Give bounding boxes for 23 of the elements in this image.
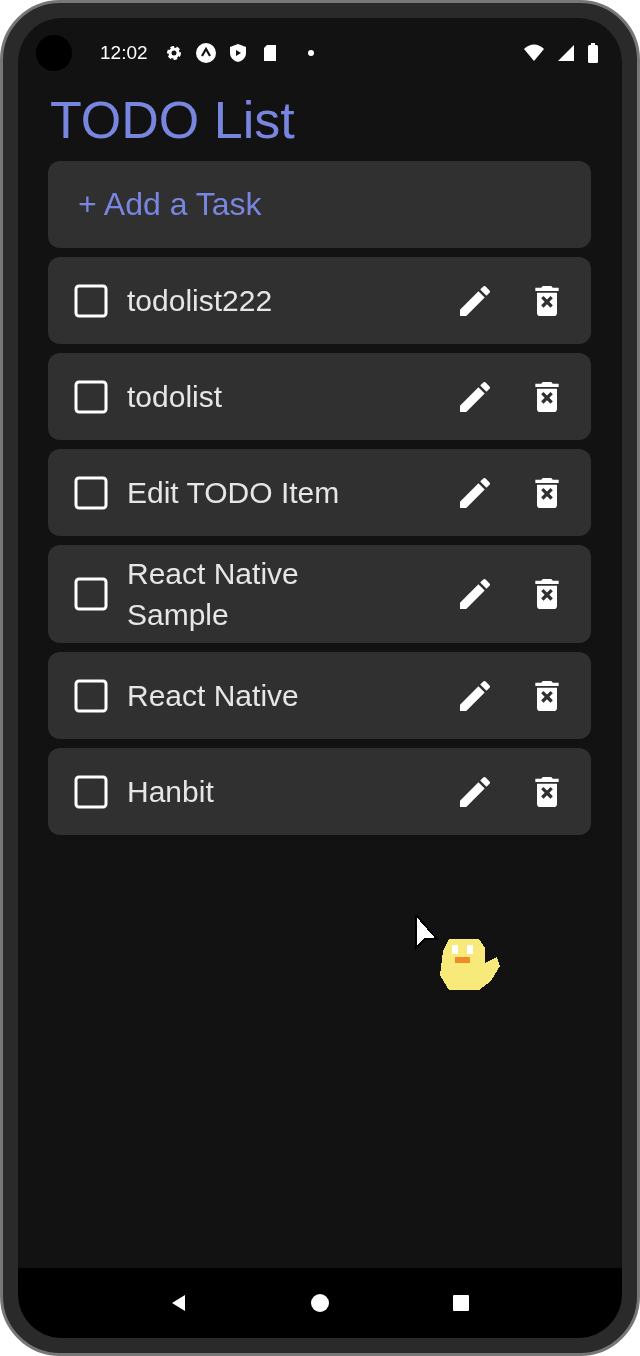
- shield-icon: [227, 43, 248, 63]
- task-text: todolist: [127, 379, 224, 415]
- wifi-icon: [524, 43, 544, 63]
- app-title: TODO List: [50, 90, 296, 151]
- checkbox[interactable]: [74, 379, 108, 414]
- task-text: Edit TODO Item: [127, 475, 341, 511]
- add-task-button[interactable]: + Add a Task: [48, 161, 591, 248]
- task-text: Hanbit: [127, 774, 215, 810]
- task-text: React Native Sample: [127, 556, 300, 633]
- checkbox[interactable]: [74, 475, 108, 510]
- task-text: todolist222: [127, 283, 274, 319]
- checkbox[interactable]: [74, 577, 108, 611]
- recents-button[interactable]: [451, 1293, 472, 1313]
- app-icon: [195, 43, 216, 63]
- checkbox[interactable]: [74, 774, 108, 809]
- checkbox[interactable]: [74, 678, 108, 713]
- task-text: React Native: [127, 678, 300, 714]
- home-button[interactable]: [310, 1293, 330, 1313]
- status-time: 12:02: [100, 42, 148, 64]
- battery-icon: [588, 43, 598, 63]
- notification-dot-icon: [307, 50, 314, 56]
- signal-icon: [556, 43, 576, 63]
- checkbox[interactable]: [74, 283, 108, 318]
